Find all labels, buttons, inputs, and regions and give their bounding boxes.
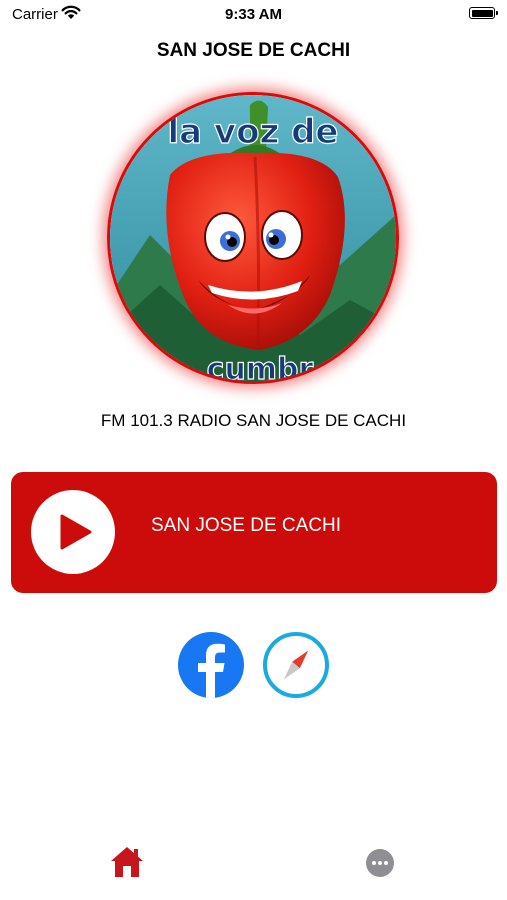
facebook-button[interactable] [178, 632, 244, 698]
player-card: SAN JOSE DE CACHI [11, 472, 497, 593]
play-button[interactable] [31, 490, 115, 574]
logo-top-text: la voz de [168, 112, 339, 152]
compass-icon [283, 650, 309, 680]
page-title: SAN JOSE DE CACHI [156, 40, 351, 61]
logo-bottom-text: cumbr [207, 352, 314, 381]
clock: 9:33 AM [225, 6, 282, 23]
play-icon [60, 514, 92, 550]
facebook-icon [198, 643, 225, 698]
website-button[interactable] [263, 632, 329, 698]
battery-icon [469, 7, 498, 19]
more-icon-dot [378, 861, 382, 865]
more-icon-dot [372, 861, 376, 865]
station-logo: la voz de cumbr [107, 92, 399, 384]
tab-more[interactable] [366, 849, 394, 877]
station-name: FM 101.3 RADIO SAN JOSE DE CACHI [100, 411, 407, 430]
home-icon [111, 847, 143, 877]
status-bar: Carrier 9:33 AM [0, 0, 507, 28]
tab-home[interactable] [109, 845, 145, 879]
player-station-label: SAN JOSE DE CACHI [151, 515, 342, 536]
more-icon-dot [384, 861, 388, 865]
